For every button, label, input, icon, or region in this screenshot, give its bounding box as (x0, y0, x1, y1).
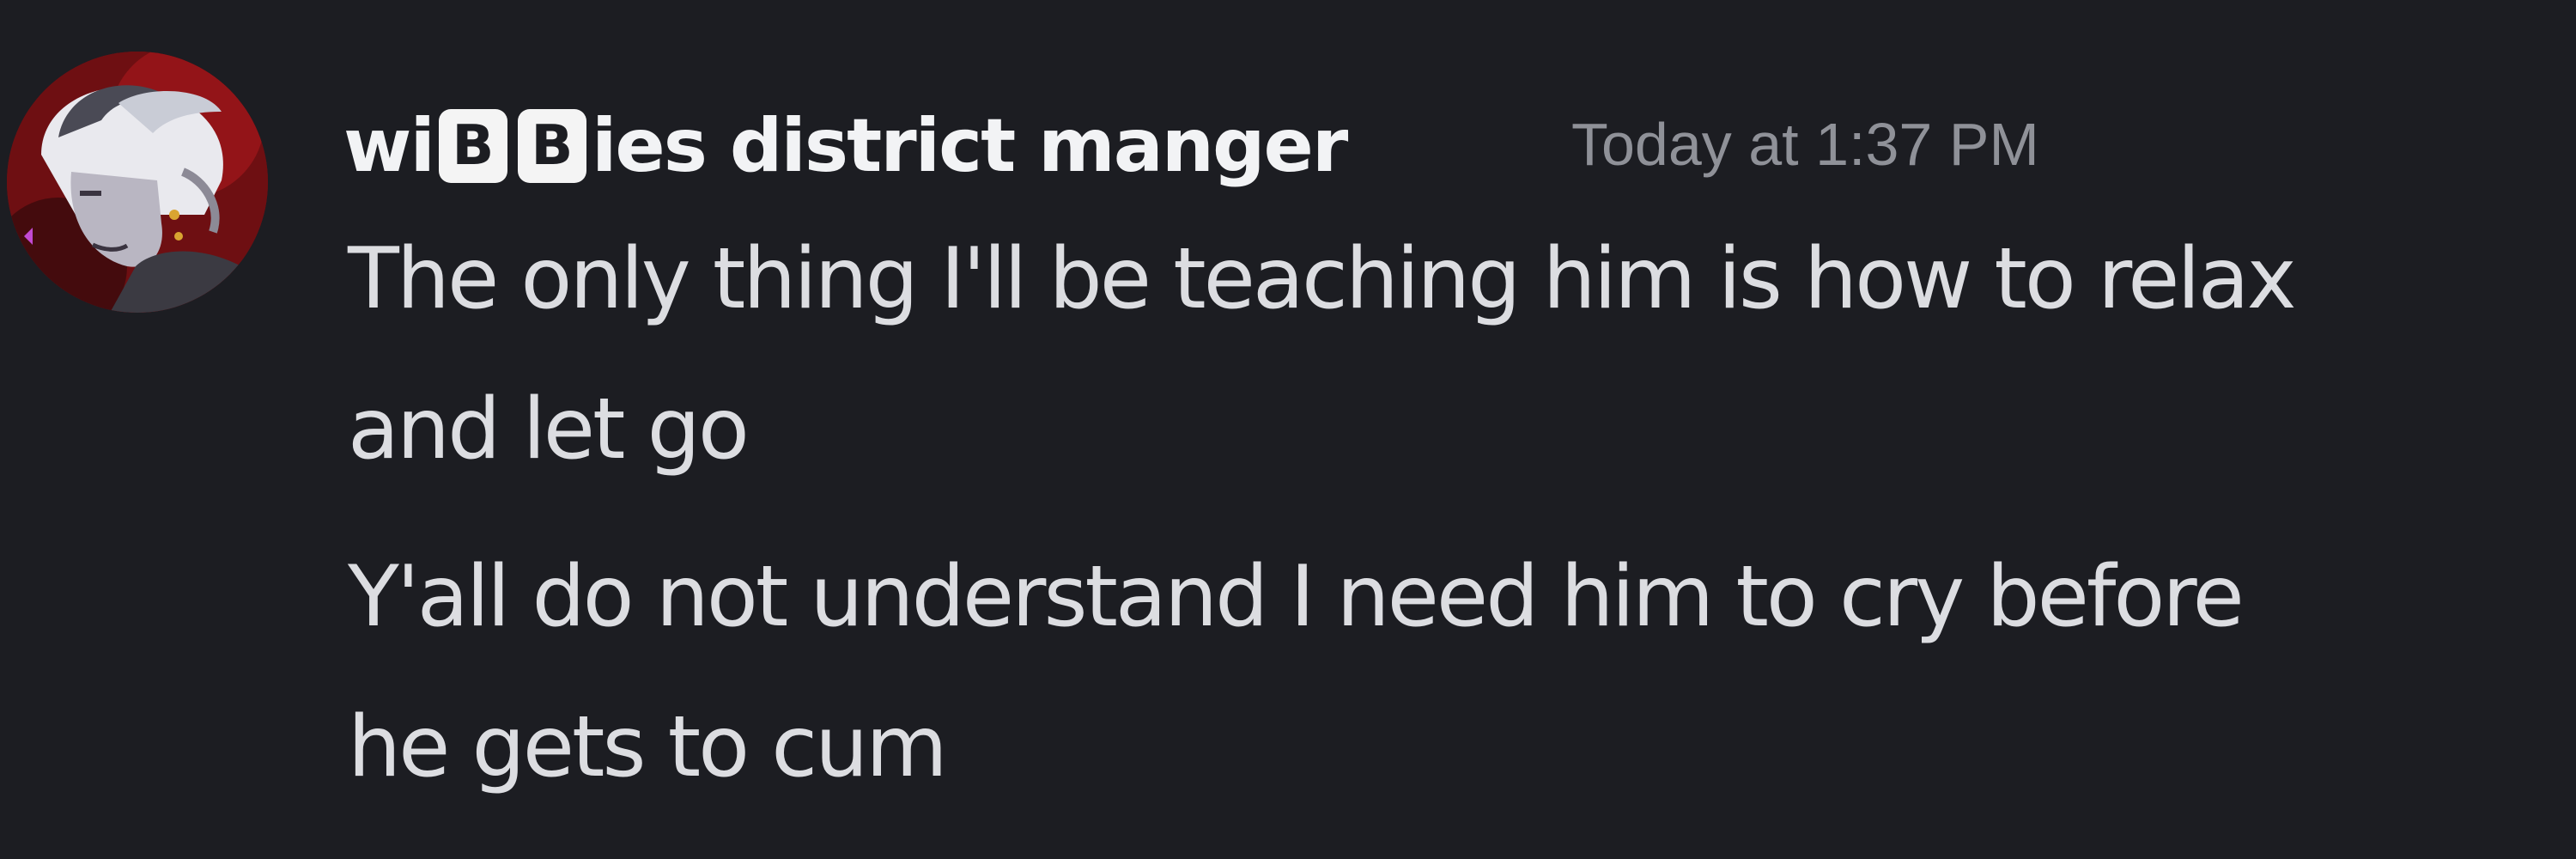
avatar-image (7, 52, 268, 313)
username-badge-b: B (438, 109, 507, 183)
message-timestamp[interactable]: Today at 1:37 PM (1571, 110, 2039, 179)
username-badge-b: B (517, 109, 586, 183)
user-avatar[interactable] (7, 52, 268, 313)
message-line: The only thing I'll be teaching him is h… (348, 230, 2297, 328)
username[interactable]: wi B B ies district manger (343, 90, 1348, 202)
message-line: Y'all do not understand I need him to cr… (348, 548, 2245, 646)
message-line: and let go (348, 381, 750, 478)
message-line: he gets to cum (348, 698, 948, 796)
username-suffix: ies district manger (591, 103, 1348, 189)
chat-message: wi B B ies district manger Today at 1:37… (0, 0, 2576, 859)
username-prefix: wi (343, 103, 435, 189)
